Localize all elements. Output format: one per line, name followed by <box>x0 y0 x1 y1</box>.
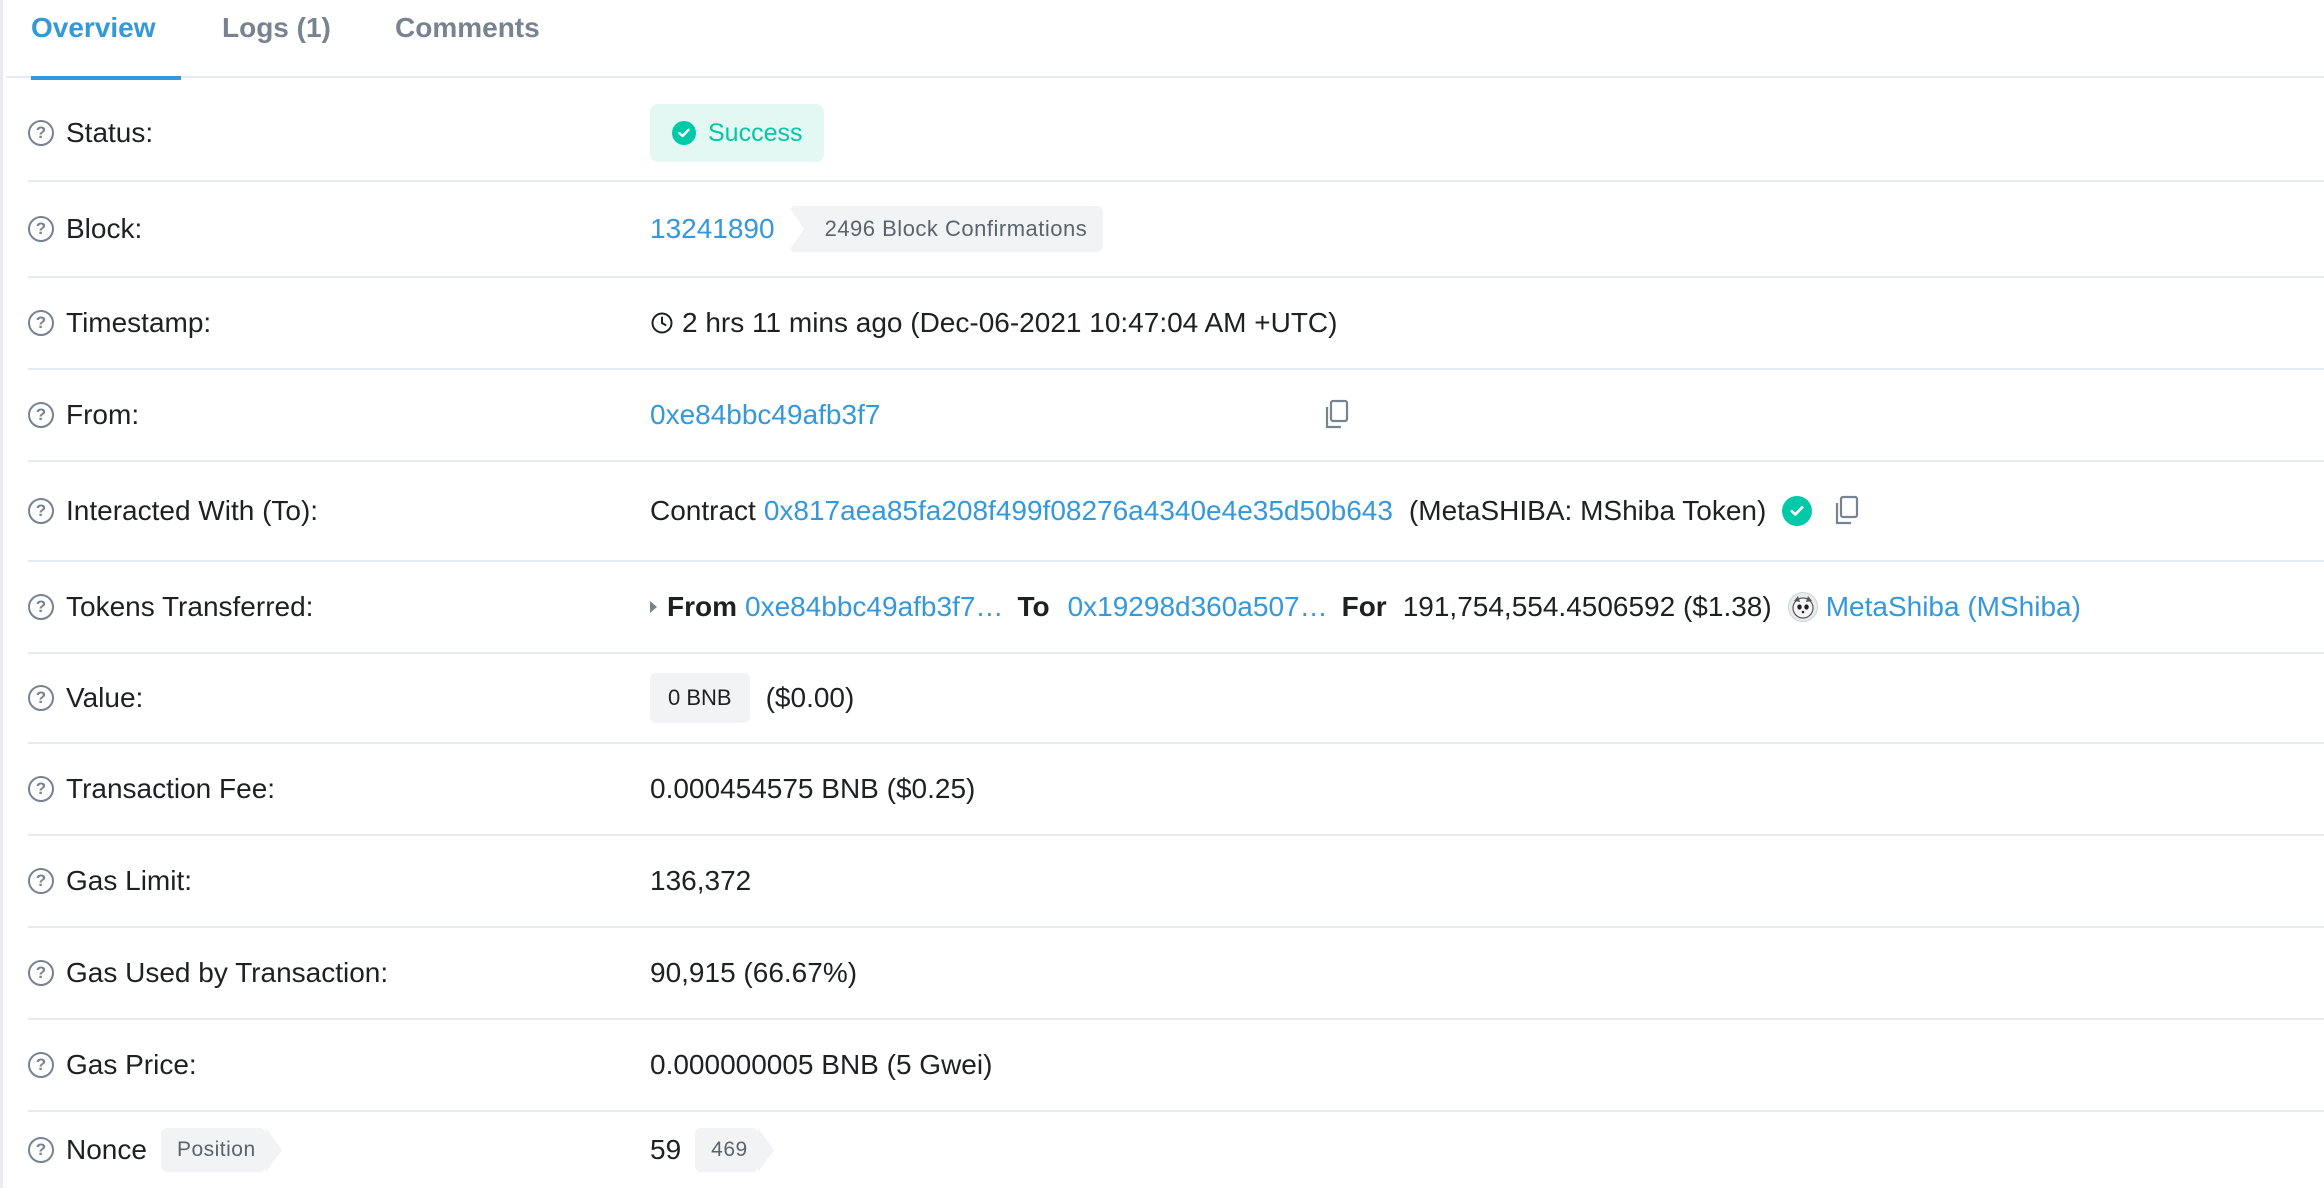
value-label: Value: <box>66 682 144 713</box>
question-icon[interactable]: ? <box>28 1137 54 1163</box>
question-icon[interactable]: ? <box>28 594 54 620</box>
value-usd: ($0.00) <box>765 682 855 713</box>
row-value: ? Value: 0 BNB ($0.00) <box>28 654 2324 744</box>
row-interacted-with: ? Interacted With (To): Contract 0x817aea… <box>28 462 2324 562</box>
question-icon[interactable]: ? <box>28 216 54 242</box>
row-status: ? Status: Success <box>28 86 2324 182</box>
caret-right-icon[interactable] <box>650 601 657 613</box>
question-icon[interactable]: ? <box>28 685 54 711</box>
nonce-label: Nonce <box>66 1134 147 1165</box>
check-circle-icon <box>672 121 696 145</box>
tokens-label: Tokens Transferred: <box>66 591 314 622</box>
question-icon[interactable]: ? <box>28 1052 54 1078</box>
nonce-value: 59 <box>650 1134 682 1165</box>
question-icon[interactable]: ? <box>28 498 54 524</box>
position-label-badge: Position <box>160 1128 282 1172</box>
row-tokens-transferred: ? Tokens Transferred: From 0xe84bbc49afb3… <box>28 562 2324 654</box>
block-label: Block: <box>66 213 143 244</box>
contract-prefix: Contract <box>650 495 756 526</box>
from-address-link[interactable]: 0xe84bbc49afb3f7 <box>650 399 880 431</box>
question-icon[interactable]: ? <box>28 868 54 894</box>
copy-icon[interactable] <box>1322 399 1350 431</box>
position-value-badge: 469 <box>695 1128 774 1172</box>
tab-bar: Overview Logs (1) Comments <box>6 0 2324 80</box>
tokens-to-address-link[interactable]: 0x19298d360a507… <box>1068 591 1328 623</box>
value-amount-badge: 0 BNB <box>650 673 750 723</box>
gas-used-value: 90,915 (66.67%) <box>650 957 858 988</box>
row-transaction-fee: ? Transaction Fee: 0.000454575 BNB ($0.25… <box>28 744 2324 836</box>
copy-icon[interactable] <box>1832 495 1860 527</box>
status-text: Success <box>708 118 803 147</box>
question-icon[interactable]: ? <box>28 120 54 146</box>
gas-used-label: Gas Used by Transaction: <box>66 957 389 988</box>
row-gas-limit: ? Gas Limit: 136,372 <box>28 836 2324 928</box>
tokens-to-label: To <box>1017 591 1050 622</box>
clock-icon <box>650 311 674 335</box>
row-gas-price: ? Gas Price: 0.000000005 BNB (5 Gwei) <box>28 1020 2324 1112</box>
gas-price-value: 0.000000005 BNB (5 Gwei) <box>650 1049 993 1080</box>
status-label: Status: <box>66 117 154 148</box>
gas-limit-label: Gas Limit: <box>66 865 193 896</box>
tab-overview[interactable]: Overview <box>31 0 181 80</box>
tokens-from-label: From <box>667 591 737 622</box>
gas-price-label: Gas Price: <box>66 1049 197 1080</box>
question-icon[interactable]: ? <box>28 310 54 336</box>
row-block: ? Block: 13241890 2496 Block Confirmation… <box>28 182 2324 278</box>
block-confirmations-badge: 2496 Block Confirmations <box>787 206 1104 252</box>
from-label: From: <box>66 399 140 430</box>
row-gas-used: ? Gas Used by Transaction: 90,915 (66.67%… <box>28 928 2324 1020</box>
timestamp-label: Timestamp: <box>66 307 212 338</box>
transaction-details-card: Overview Logs (1) Comments ? Status: Succ… <box>0 0 2324 1188</box>
row-nonce: ? Nonce Position 59 469 <box>28 1112 2324 1188</box>
tokens-from-address-link[interactable]: 0xe84bbc49afb3f7… <box>745 591 1003 623</box>
question-icon[interactable]: ? <box>28 960 54 986</box>
question-icon[interactable]: ? <box>28 402 54 428</box>
fee-value: 0.000454575 BNB ($0.25) <box>650 773 976 804</box>
row-timestamp: ? Timestamp: 2 hrs 11 mins ago (Dec-06-20… <box>28 278 2324 370</box>
fee-label: Transaction Fee: <box>66 773 276 804</box>
verified-icon <box>1782 496 1813 526</box>
tokens-for-label: For <box>1341 591 1387 622</box>
token-logo-icon <box>1787 592 1818 622</box>
tab-logs[interactable]: Logs (1) <box>222 0 331 78</box>
tab-comments[interactable]: Comments <box>395 0 540 78</box>
status-badge: Success <box>650 104 825 162</box>
timestamp-value: 2 hrs 11 mins ago (Dec-06-2021 10:47:04 … <box>682 307 1338 338</box>
token-name-link[interactable]: MetaShiba (MShiba) <box>1826 591 2081 623</box>
block-number-link[interactable]: 13241890 <box>650 213 775 245</box>
contract-name: (MetaSHIBA: MShiba Token) <box>1408 495 1767 526</box>
contract-address-link[interactable]: 0x817aea85fa208f499f08276a4340e4e35d50b6… <box>764 495 1393 527</box>
tokens-amount: 191,754,554.4506592 ($1.38) <box>1402 591 1772 622</box>
gas-limit-value: 136,372 <box>650 865 752 896</box>
interacted-label: Interacted With (To): <box>66 495 319 526</box>
question-icon[interactable]: ? <box>28 776 54 802</box>
row-from: ? From: 0xe84bbc49afb3f7 <box>28 370 2324 462</box>
